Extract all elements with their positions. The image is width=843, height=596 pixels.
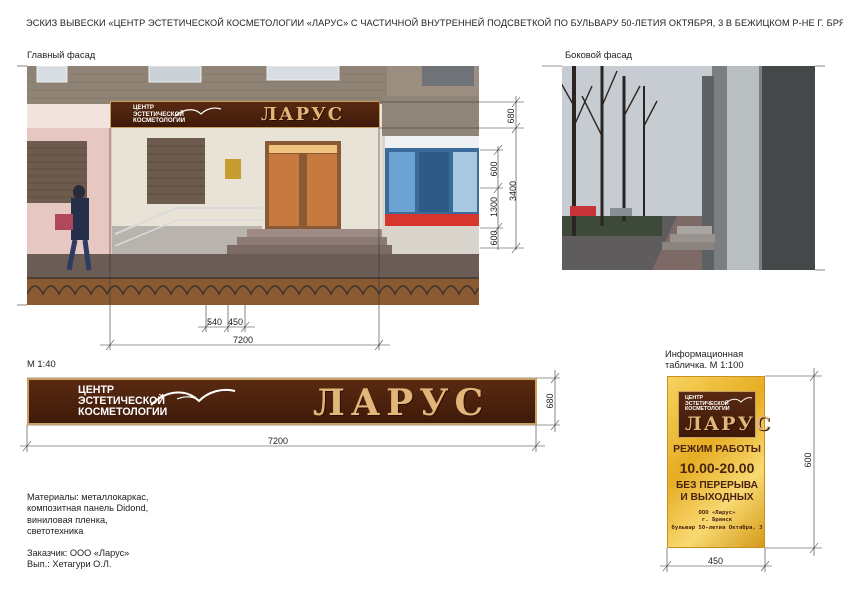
customer-line: Заказчик: ООО «Ларус» (27, 548, 130, 558)
info-plate-org: ООО «Ларус» (698, 510, 736, 516)
materials-line3: виниловая пленка, (27, 514, 108, 525)
info-plate: ЦЕНТР ЭСТЕТИЧЕСКОЙ КОСМЕТОЛОГИИ ЛАРУС РЕ… (667, 376, 770, 548)
info-plate-address-block: ООО «Ларус» г. Брянск бульвар 50-летия О… (668, 510, 766, 532)
dim-sign-drawing-width: 7200 (268, 436, 289, 446)
info-plate-sign-line3: КОСМЕТОЛОГИИ (685, 406, 730, 413)
info-plate-hours: 10.00-20.00 (679, 460, 755, 476)
dim-plate-width: 450 (708, 556, 724, 566)
materials-line1: Материалы: металлокаркас, (27, 492, 149, 502)
dim-facade-width: 7200 (233, 335, 254, 345)
info-plate-sign: ЦЕНТР ЭСТЕТИЧЕСКОЙ КОСМЕТОЛОГИИ ЛАРУС (678, 391, 770, 438)
info-plate-no-break-1: БЕЗ ПЕРЕРЫВА (675, 480, 758, 491)
dim-540: 540 (207, 317, 223, 327)
info-plate-label-line1: Информационная (665, 348, 744, 359)
gull-logo-icon (724, 397, 753, 405)
side-facade-photo (562, 66, 815, 270)
info-plate-label-line2: табличка. М 1:100 (665, 359, 744, 370)
dim-1300: 1300 (489, 196, 499, 218)
sign-drawing-name: ЛАРУС (313, 382, 490, 424)
dim-450: 450 (228, 317, 244, 327)
info-plate-mode-title: РЕЖИМ РАБОТЫ (673, 444, 761, 455)
dim-sign-drawing-height: 680 (545, 393, 555, 409)
info-plate-sign-name: ЛАРУС (685, 413, 773, 435)
info-plate-address: бульвар 50-летия Октября, 3 (671, 524, 763, 531)
dim-sign-height: 680 (506, 108, 516, 124)
author-line: Вып.: Хетагури О.Л. (27, 559, 112, 570)
info-plate-label: Информационная табличка. М 1:100 (665, 348, 744, 370)
side-facade-illustration (562, 66, 815, 270)
info-plate-no-break-2: И ВЫХОДНЫХ (680, 492, 754, 503)
info-plate-no-break: БЕЗ ПЕРЕРЫВА И ВЫХОДНЫХ (668, 480, 766, 504)
customer-notes: Заказчик: ООО «Ларус» Вып.: Хетагури О.Л… (27, 548, 129, 571)
materials-line2: композитная панель Didond, (27, 503, 149, 514)
gull-logo-icon (150, 388, 236, 406)
dim-plate-height: 600 (803, 452, 813, 468)
materials-notes: Материалы: металлокаркас, композитная па… (27, 492, 149, 538)
sign-drawing: ЦЕНТР ЭСТЕТИЧЕСКОЙ КОСМЕТОЛОГИИ ЛАРУС (27, 378, 537, 425)
info-plate-city: г. Брянск (701, 517, 733, 524)
sign-scale-label: М 1:40 (27, 358, 56, 369)
side-facade-label: Боковой фасад (565, 49, 633, 60)
dim-600-top: 600 (489, 161, 499, 177)
dim-600-bottom: 600 (489, 230, 499, 246)
dim-total-height: 3400 (508, 180, 518, 202)
materials-line4: светотехника (27, 526, 84, 537)
